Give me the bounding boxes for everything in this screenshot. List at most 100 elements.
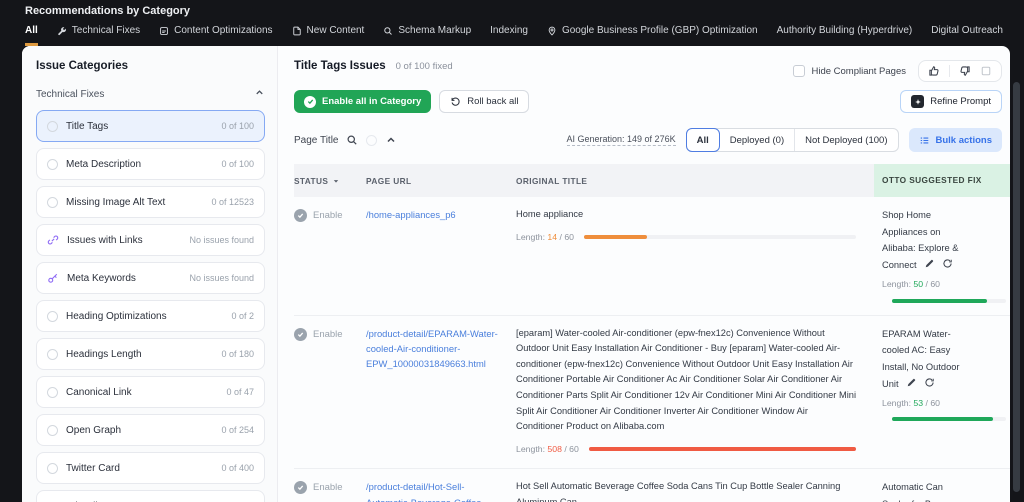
collapse-chevron-up-icon[interactable] — [385, 134, 397, 146]
deploy-filter-tab[interactable]: All — [686, 128, 720, 152]
tab[interactable]: Digital Outreach — [931, 25, 1003, 46]
main-panel: Title Tags Issues 0 of 100 fixed Hide Co… — [278, 46, 1010, 502]
tab[interactable]: Authority Building (Hyperdrive) — [777, 25, 913, 46]
panel-title: Title Tags Issues — [294, 60, 386, 72]
circle-icon — [47, 349, 58, 360]
original-title-column-header: ORIGINAL TITLE — [516, 164, 874, 197]
tab-label: Authority Building (Hyperdrive) — [777, 25, 913, 36]
pin-icon — [547, 26, 557, 36]
refine-prompt-button[interactable]: Refine Prompt — [900, 90, 1002, 113]
enable-status-button[interactable]: Enable — [313, 482, 343, 493]
category-item[interactable]: Miscellaneous No issues found — [36, 490, 265, 502]
key-icon — [47, 272, 59, 284]
tab-label: New Content — [307, 25, 365, 36]
sidebar-title: Issue Categories — [36, 60, 265, 72]
ai-generation-counter[interactable]: AI Generation: 149 of 276K — [567, 134, 676, 146]
category-count: 0 of 400 — [221, 463, 254, 473]
tab[interactable]: Content Optimizations — [159, 25, 272, 46]
content-icon — [159, 26, 169, 36]
issue-categories-sidebar: Issue Categories Technical Fixes Title T… — [22, 46, 278, 502]
check-circle-icon — [304, 96, 316, 108]
enable-status-button[interactable]: Enable — [313, 329, 343, 340]
category-label: Heading Optimizations — [66, 311, 223, 322]
category-label: Open Graph — [66, 425, 213, 436]
chevron-up-icon — [254, 87, 265, 101]
check-circle-icon — [294, 209, 307, 222]
category-item[interactable]: Twitter Card 0 of 400 — [36, 452, 265, 484]
link-icon — [47, 234, 59, 246]
category-item[interactable]: Headings Length 0 of 180 — [36, 338, 265, 370]
thumb-up-icon[interactable] — [928, 65, 940, 77]
table-row: Enable /product-detail/EPARAM-Water-cool… — [294, 315, 1010, 469]
category-item[interactable]: Issues with Links No issues found — [36, 224, 265, 256]
tab[interactable]: All — [25, 25, 38, 46]
bulk-actions-button[interactable]: Bulk actions — [909, 128, 1003, 152]
length-progress-bar — [584, 235, 856, 239]
group-label: Technical Fixes — [36, 89, 104, 100]
category-count: No issues found — [189, 235, 254, 245]
category-count: 0 of 100 — [221, 159, 254, 169]
length-progress-bar — [892, 299, 1006, 303]
category-label: Headings Length — [66, 349, 213, 360]
thumb-down-icon[interactable] — [959, 65, 971, 77]
category-count: 0 of 180 — [221, 349, 254, 359]
length-progress-bar — [892, 417, 1006, 421]
enable-all-button[interactable]: Enable all in Category — [294, 90, 431, 113]
hide-compliant-checkbox[interactable] — [793, 65, 805, 77]
deploy-filter-tab[interactable]: Deployed (0) — [720, 129, 795, 151]
category-label: Twitter Card — [66, 463, 213, 474]
category-label: Missing Image Alt Text — [66, 197, 203, 208]
deploy-filter-group: AllDeployed (0)Not Deployed (100) — [686, 128, 899, 152]
category-count: 0 of 2 — [231, 311, 254, 321]
circle-icon — [47, 311, 58, 322]
regenerate-icon[interactable] — [942, 258, 953, 269]
original-length-row: Length: 508 / 60 — [516, 442, 856, 457]
check-circle-icon — [294, 328, 307, 341]
tab[interactable]: Technical Fixes — [57, 25, 140, 46]
tab-label: Google Business Profile (GBP) Optimizati… — [562, 25, 758, 36]
edit-icon[interactable] — [906, 377, 917, 388]
topbar: Recommendations by Category All Technica… — [0, 0, 1024, 46]
page-url-link[interactable]: /home-appliances_p6 — [366, 209, 456, 220]
category-list: Title Tags 0 of 100 Meta Description 0 o… — [36, 110, 265, 502]
search-icon[interactable] — [346, 134, 358, 146]
category-label: Title Tags — [66, 121, 213, 132]
tab-label: Indexing — [490, 25, 528, 36]
page-url-link[interactable]: /product-detail/Hot-Sell-Automatic-Bever… — [366, 481, 485, 502]
issues-table: STATUS PAGE URL ORIGINAL TITLE OTTO SUGG… — [294, 164, 1010, 502]
tab-label: Schema Markup — [398, 25, 471, 36]
original-length-row: Length: 14 / 60 — [516, 230, 856, 245]
fixed-count: 0 of 100 fixed — [396, 61, 453, 72]
tab[interactable]: Schema Markup — [383, 25, 471, 46]
vertical-scrollbar[interactable] — [1013, 82, 1020, 492]
circle-icon — [47, 159, 58, 170]
history-icon — [450, 96, 461, 107]
technical-fixes-group-header[interactable]: Technical Fixes — [36, 87, 265, 101]
sparkle-icon — [911, 95, 924, 108]
page-url-column-header: PAGE URL — [366, 164, 516, 197]
category-item[interactable]: Canonical Link 0 of 47 — [36, 376, 265, 408]
enable-status-button[interactable]: Enable — [313, 210, 343, 221]
feedback-menu-icon[interactable] — [980, 65, 992, 77]
category-count: 0 of 254 — [221, 425, 254, 435]
status-column-header[interactable]: STATUS — [294, 164, 366, 197]
category-item[interactable]: Title Tags 0 of 100 — [36, 110, 265, 142]
table-row: Enable /home-appliances_p6 Home applianc… — [294, 197, 1010, 315]
list-icon — [919, 135, 930, 146]
tab[interactable]: Google Business Profile (GBP) Optimizati… — [547, 25, 758, 46]
edit-icon[interactable] — [924, 258, 935, 269]
suggested-fix-text: EPARAM Water-cooled AC: Easy Install, No… — [882, 329, 960, 389]
category-item[interactable]: Heading Optimizations 0 of 2 — [36, 300, 265, 332]
wrench-icon — [57, 26, 67, 36]
category-item[interactable]: Missing Image Alt Text 0 of 12523 — [36, 186, 265, 218]
suggested-length-row: Length: 50 / 60 — [882, 277, 996, 293]
page-url-link[interactable]: /product-detail/EPARAM-Water-cooled-Air-… — [366, 328, 498, 369]
category-item[interactable]: Meta Description 0 of 100 — [36, 148, 265, 180]
tab[interactable]: Indexing — [490, 25, 528, 46]
deploy-filter-tab[interactable]: Not Deployed (100) — [795, 129, 897, 151]
rollback-all-button[interactable]: Roll back all — [439, 90, 529, 113]
tab[interactable]: New Content — [292, 25, 365, 46]
category-item[interactable]: Meta Keywords No issues found — [36, 262, 265, 294]
category-item[interactable]: Open Graph 0 of 254 — [36, 414, 265, 446]
regenerate-icon[interactable] — [924, 377, 935, 388]
